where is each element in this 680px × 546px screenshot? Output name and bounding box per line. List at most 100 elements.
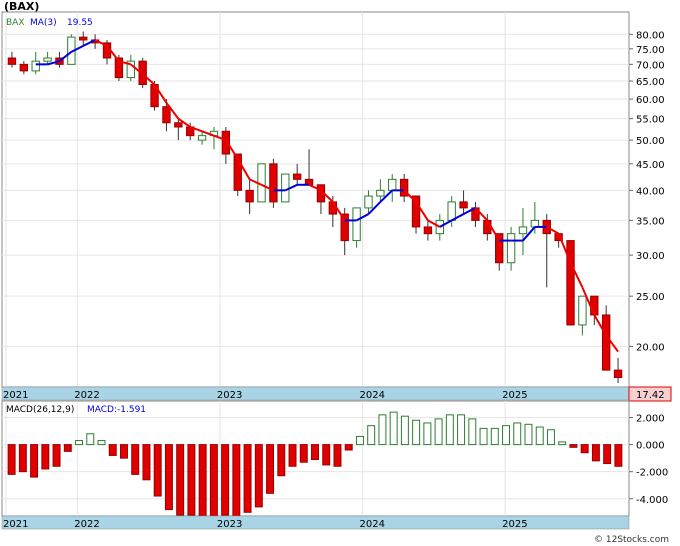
bottom-date-axis-label: 2024 <box>360 519 385 530</box>
price-y-tick-label: 65.00 <box>636 77 665 88</box>
date-axis-label: 2022 <box>74 390 99 401</box>
candle-body <box>292 173 302 180</box>
macd-bar <box>513 422 522 446</box>
macd-y-axis: 2.000 0.000 -2.000 -4.000 <box>629 414 668 506</box>
macd-bar <box>322 444 331 466</box>
macd-bar <box>243 444 252 513</box>
date-axis-label: 2023 <box>217 390 242 401</box>
macd-bar <box>97 440 106 446</box>
price-y-tick-label: 25.00 <box>636 292 665 303</box>
candle-body <box>269 163 278 203</box>
candle-body <box>162 106 171 124</box>
macd-bar <box>131 444 140 475</box>
date-axis-label: 2021 <box>3 390 28 401</box>
price-y-tick-label: 45.00 <box>636 160 665 171</box>
candle-body <box>19 63 29 72</box>
macd-bar <box>603 444 612 465</box>
price-y-axis: 80.00 75.00 70.00 65.00 60.00 55.00 50.00 45.00… <box>629 30 665 353</box>
macd-bar <box>221 444 230 516</box>
macd-y-tick-label: -4.000 <box>636 495 668 506</box>
macd-bar <box>355 435 364 446</box>
date-axis-label: 2025 <box>502 390 527 401</box>
stock-chart: 80.00 75.00 70.00 65.00 60.00 55.00 50.00 45.00… <box>1 11 672 545</box>
macd-bar <box>423 422 432 446</box>
macd-bar <box>119 444 128 459</box>
macd-bar <box>176 444 185 516</box>
macd-bar <box>591 444 600 462</box>
macd-bar <box>457 414 466 446</box>
macd-bar <box>164 444 173 511</box>
macd-bar <box>524 423 533 446</box>
macd-bar <box>198 444 207 517</box>
legend-ticker: BAX <box>6 18 25 28</box>
macd-bar <box>232 444 241 519</box>
macd-bar <box>108 444 117 456</box>
macd-bar <box>580 444 589 454</box>
macd-bar <box>52 444 61 467</box>
candle-body <box>518 226 528 235</box>
bottom-date-axis-label: 2023 <box>217 519 242 530</box>
candle-body <box>566 240 575 326</box>
macd-bar <box>209 444 218 517</box>
macd-y-tick-label: 2.000 <box>636 414 665 425</box>
price-y-tick-label: 50.00 <box>636 136 665 147</box>
date-axis-label: 2024 <box>360 390 385 401</box>
candle-body <box>352 207 361 242</box>
macd-bar <box>502 425 511 446</box>
candle-body <box>483 219 492 235</box>
candle-body <box>578 295 587 326</box>
macd-bar <box>311 444 319 460</box>
macd-bar <box>558 441 567 446</box>
macd-bar <box>412 419 421 446</box>
macd-bar <box>535 426 544 446</box>
candle-body <box>245 189 254 203</box>
macd-bar <box>468 418 477 446</box>
candle-body <box>435 219 444 235</box>
macd-y-tick-label: 0.000 <box>636 441 665 452</box>
macd-bar <box>18 444 27 473</box>
candle-body <box>613 369 623 379</box>
candle-body <box>79 36 88 41</box>
macd-bar <box>63 444 72 452</box>
price-y-tick-label: 30.00 <box>636 251 665 262</box>
candle-body <box>43 57 52 62</box>
candle-body <box>601 314 611 371</box>
candle-body <box>459 201 468 209</box>
watermark: © 12Stocks.com <box>594 535 669 545</box>
macd-bar <box>299 444 308 463</box>
price-y-tick-label: 75.00 <box>636 45 665 56</box>
macd-bar <box>546 429 555 446</box>
macd-bar <box>378 414 387 446</box>
price-y-tick-label: 60.00 <box>636 95 665 106</box>
macd-bar <box>86 433 95 446</box>
bottom-date-axis-label: 2022 <box>74 519 99 530</box>
price-y-tick-label: 40.00 <box>636 186 665 197</box>
macd-bar <box>400 415 409 446</box>
macd-bar <box>288 444 297 467</box>
last-price-label: 17.42 <box>636 390 665 401</box>
candle-body <box>197 135 207 141</box>
candle-body <box>423 226 433 235</box>
macd-bar <box>187 444 196 516</box>
candle-body <box>174 122 183 128</box>
candle-body <box>7 57 17 65</box>
candle-body <box>281 173 290 203</box>
macd-bar <box>344 444 353 451</box>
macd-bar <box>490 427 499 446</box>
bottom-date-axis-label: 2021 <box>3 519 28 530</box>
candle-body <box>388 178 397 191</box>
macd-bar <box>153 444 162 497</box>
macd-bar <box>277 444 286 477</box>
legend-ma-value: 19.55 <box>67 18 93 28</box>
legend-ma-label: MA(3) <box>30 18 57 28</box>
price-y-tick-label: 80.00 <box>636 30 665 41</box>
macd-bar <box>389 411 398 446</box>
price-y-tick-label: 35.00 <box>636 216 665 227</box>
candle-body <box>31 60 40 72</box>
candle-body <box>364 195 373 209</box>
price-y-tick-label: 70.00 <box>636 60 665 71</box>
macd-bar <box>75 440 84 446</box>
candle-body <box>506 233 516 264</box>
macd-bar <box>445 414 454 446</box>
macd-bar <box>41 444 50 470</box>
